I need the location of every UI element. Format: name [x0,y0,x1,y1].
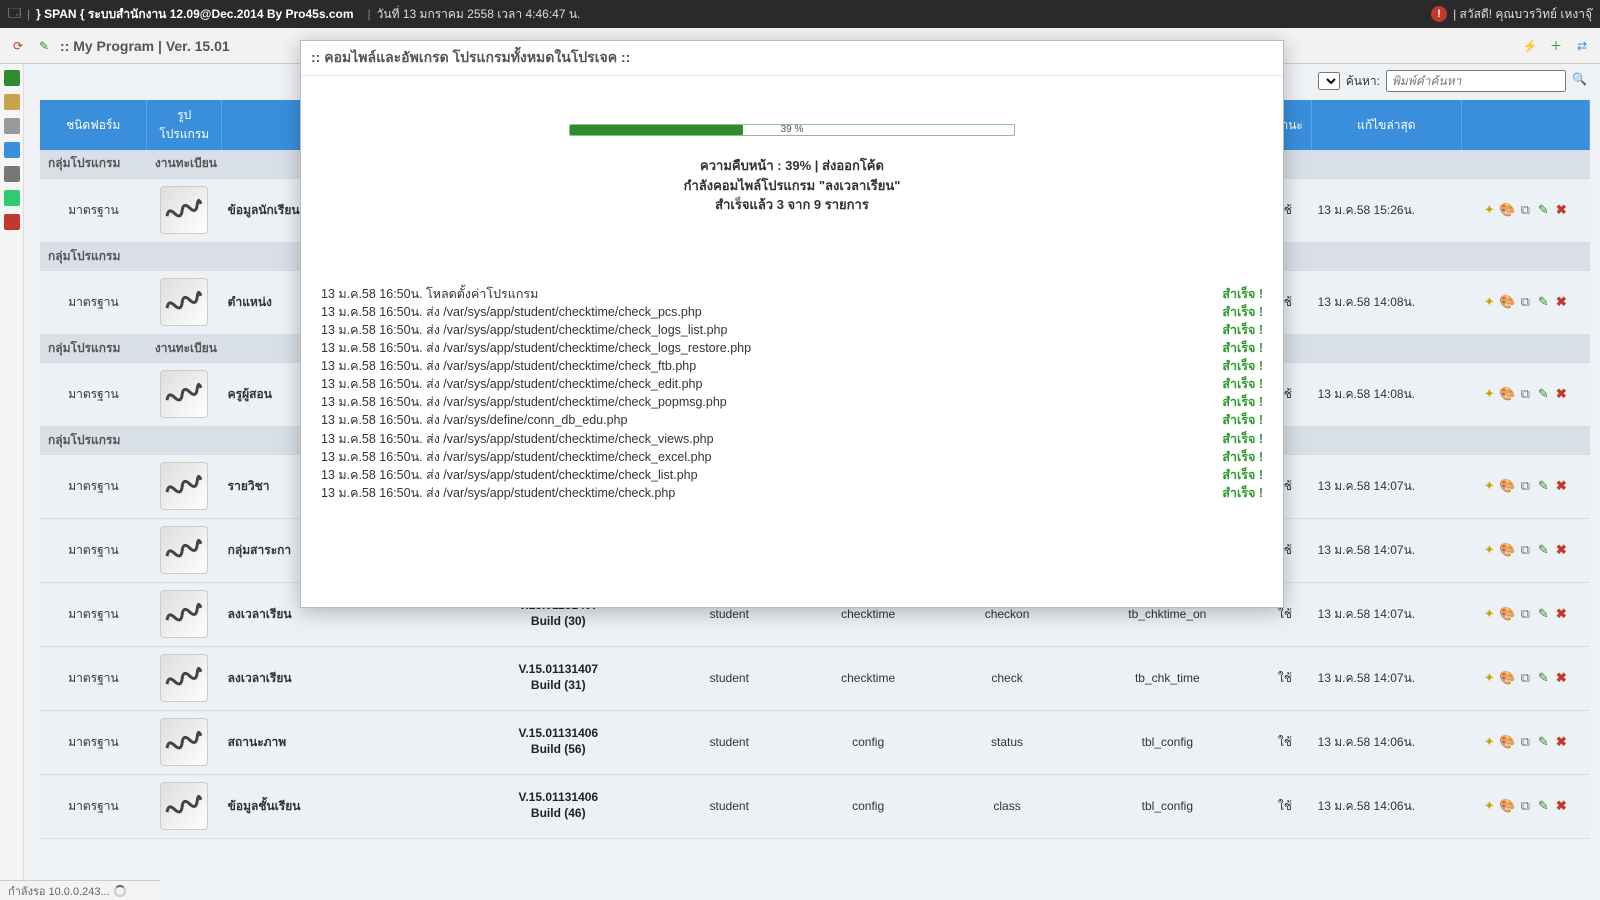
progress-line-2: กำลังคอมไพล์โปรแกรม "ลงเวลาเรียน" [311,176,1273,196]
log-status-ok: สำเร็จ ! [1222,339,1263,357]
progress-bar: 39 % [569,124,1015,136]
log-row: 13 ม.ค.58 16:50น. ส่ง /var/sys/app/stude… [321,393,1263,411]
log-line: 13 ม.ค.58 16:50น. ส่ง /var/sys/app/stude… [321,466,698,484]
log-status-ok: สำเร็จ ! [1222,484,1263,502]
log-status-ok: สำเร็จ ! [1222,285,1263,303]
log-row: 13 ม.ค.58 16:50น. ส่ง /var/sys/define/co… [321,411,1263,429]
log-line: 13 ม.ค.58 16:50น. ส่ง /var/sys/app/stude… [321,448,711,466]
progress-line-3: สำเร็จแล้ว 3 จาก 9 รายการ [311,195,1273,215]
progress-text: ความคืบหน้า : 39% | ส่งออกโค้ด กำลังคอมไ… [311,156,1273,215]
log-status-ok: สำเร็จ ! [1222,466,1263,484]
log-line: 13 ม.ค.58 16:50น. ส่ง /var/sys/define/co… [321,411,627,429]
log-row: 13 ม.ค.58 16:50น. ส่ง /var/sys/app/stude… [321,484,1263,502]
log-row: 13 ม.ค.58 16:50น. ส่ง /var/sys/app/stude… [321,466,1263,484]
log-status-ok: สำเร็จ ! [1222,303,1263,321]
log-row: 13 ม.ค.58 16:50น. ส่ง /var/sys/app/stude… [321,339,1263,357]
status-text: กำลังรอ 10.0.0.243... [8,882,110,900]
log-status-ok: สำเร็จ ! [1222,430,1263,448]
log-line: 13 ม.ค.58 16:50น. ส่ง /var/sys/app/stude… [321,357,696,375]
log-status-ok: สำเร็จ ! [1222,393,1263,411]
modal-title: :: คอมไพล์และอัพเกรด โปรแกรมทั้งหมดในโปร… [301,41,1283,76]
log-line: 13 ม.ค.58 16:50น. ส่ง /var/sys/app/stude… [321,303,702,321]
log-line: 13 ม.ค.58 16:50น. โหลดตั้งค่าโปรแกรม [321,285,538,303]
progress-percent-label: 39 % [570,124,1014,136]
log-line: 13 ม.ค.58 16:50น. ส่ง /var/sys/app/stude… [321,484,675,502]
log-row: 13 ม.ค.58 16:50น. ส่ง /var/sys/app/stude… [321,357,1263,375]
log-row: 13 ม.ค.58 16:50น. ส่ง /var/sys/app/stude… [321,321,1263,339]
progress-line-1: ความคืบหน้า : 39% | ส่งออกโค้ด [311,156,1273,176]
log-row: 13 ม.ค.58 16:50น. ส่ง /var/sys/app/stude… [321,430,1263,448]
log-line: 13 ม.ค.58 16:50น. ส่ง /var/sys/app/stude… [321,393,727,411]
log-row: 13 ม.ค.58 16:50น. ส่ง /var/sys/app/stude… [321,448,1263,466]
log-row: 13 ม.ค.58 16:50น. ส่ง /var/sys/app/stude… [321,303,1263,321]
log-status-ok: สำเร็จ ! [1222,448,1263,466]
log-status-ok: สำเร็จ ! [1222,321,1263,339]
status-bar: กำลังรอ 10.0.0.243... [0,880,160,900]
log-line: 13 ม.ค.58 16:50น. ส่ง /var/sys/app/stude… [321,430,714,448]
log-line: 13 ม.ค.58 16:50น. ส่ง /var/sys/app/stude… [321,375,702,393]
log-row: 13 ม.ค.58 16:50น. ส่ง /var/sys/app/stude… [321,375,1263,393]
compile-modal: :: คอมไพล์และอัพเกรด โปรแกรมทั้งหมดในโปร… [300,40,1284,608]
log-status-ok: สำเร็จ ! [1222,375,1263,393]
log-status-ok: สำเร็จ ! [1222,357,1263,375]
log-line: 13 ม.ค.58 16:50น. ส่ง /var/sys/app/stude… [321,321,727,339]
log-row: 13 ม.ค.58 16:50น. โหลดตั้งค่าโปรแกรม สำเร… [321,285,1263,303]
log-line: 13 ม.ค.58 16:50น. ส่ง /var/sys/app/stude… [321,339,751,357]
log-status-ok: สำเร็จ ! [1222,411,1263,429]
compile-log: 13 ม.ค.58 16:50น. โหลดตั้งค่าโปรแกรมสำเร… [311,285,1273,503]
spinner-icon [114,885,126,897]
